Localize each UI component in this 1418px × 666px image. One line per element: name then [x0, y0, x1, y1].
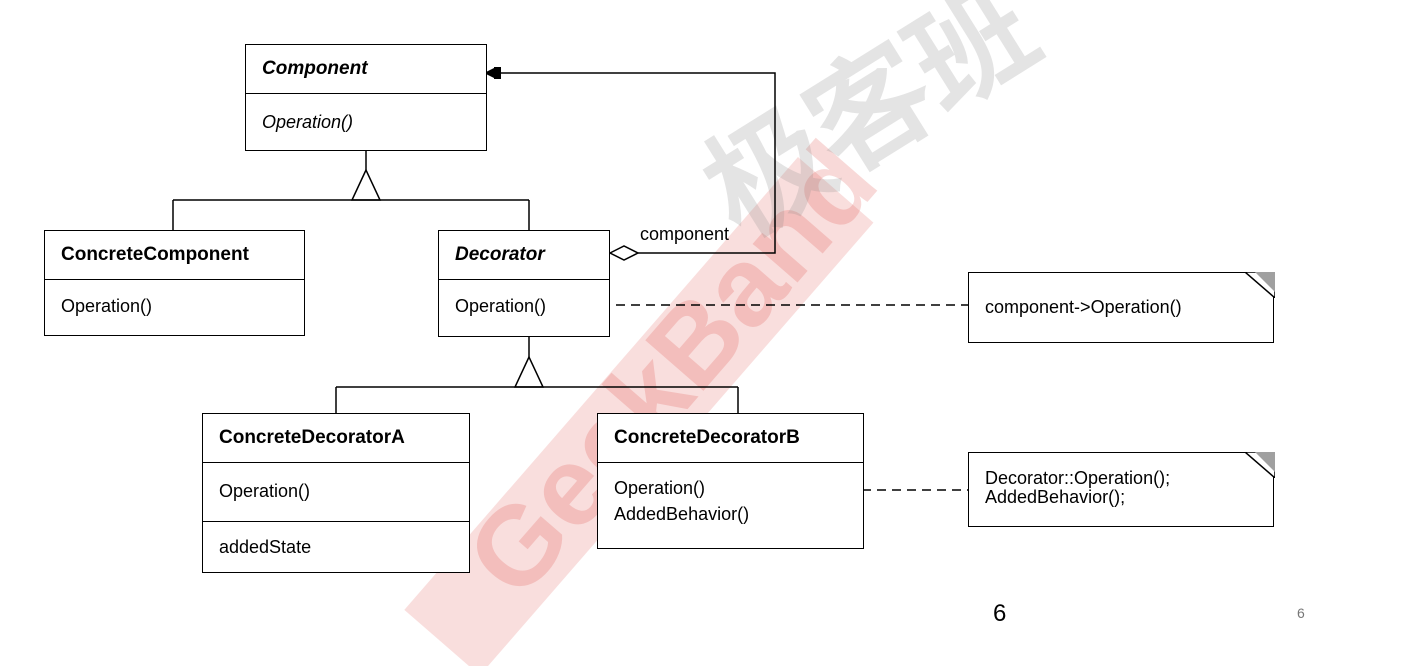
class-attribute: addedState — [203, 521, 469, 572]
concrete-component-class: ConcreteComponent Operation() — [44, 230, 305, 336]
class-name: ConcreteDecoratorA — [203, 414, 469, 463]
note-text: AddedBehavior(); — [985, 487, 1126, 507]
page-number: 6 — [993, 600, 1007, 627]
class-name: ConcreteDecoratorB — [598, 414, 863, 463]
class-name: Component — [246, 45, 486, 94]
note-concrete-decorator-b: Decorator::Operation(); AddedBehavior(); — [968, 451, 1275, 527]
class-operation: Operation() — [219, 481, 311, 501]
association-label: component — [640, 224, 730, 244]
class-name: ConcreteComponent — [45, 231, 304, 280]
slide-number: 6 — [1297, 605, 1305, 621]
note-fold-icon — [1244, 271, 1275, 298]
class-operation: Operation() — [614, 478, 706, 498]
concrete-decorator-b-class: ConcreteDecoratorB Operation() AddedBeha… — [597, 413, 864, 549]
class-operation: Operation() — [455, 296, 547, 316]
class-name: Decorator — [439, 231, 609, 280]
note-text: component->Operation() — [985, 297, 1182, 317]
note-decorator-operation: component->Operation() — [968, 271, 1275, 343]
class-operation: Operation() — [61, 296, 153, 316]
note-text: Decorator::Operation(); — [985, 468, 1171, 488]
note-fold-icon — [1244, 451, 1275, 478]
decorator-class: Decorator Operation() — [438, 230, 610, 337]
class-operation: Operation() — [262, 112, 354, 132]
component-class: Component Operation() — [245, 44, 487, 151]
class-operation: AddedBehavior() — [614, 504, 750, 524]
concrete-decorator-a-class: ConcreteDecoratorA Operation() addedStat… — [202, 413, 470, 573]
